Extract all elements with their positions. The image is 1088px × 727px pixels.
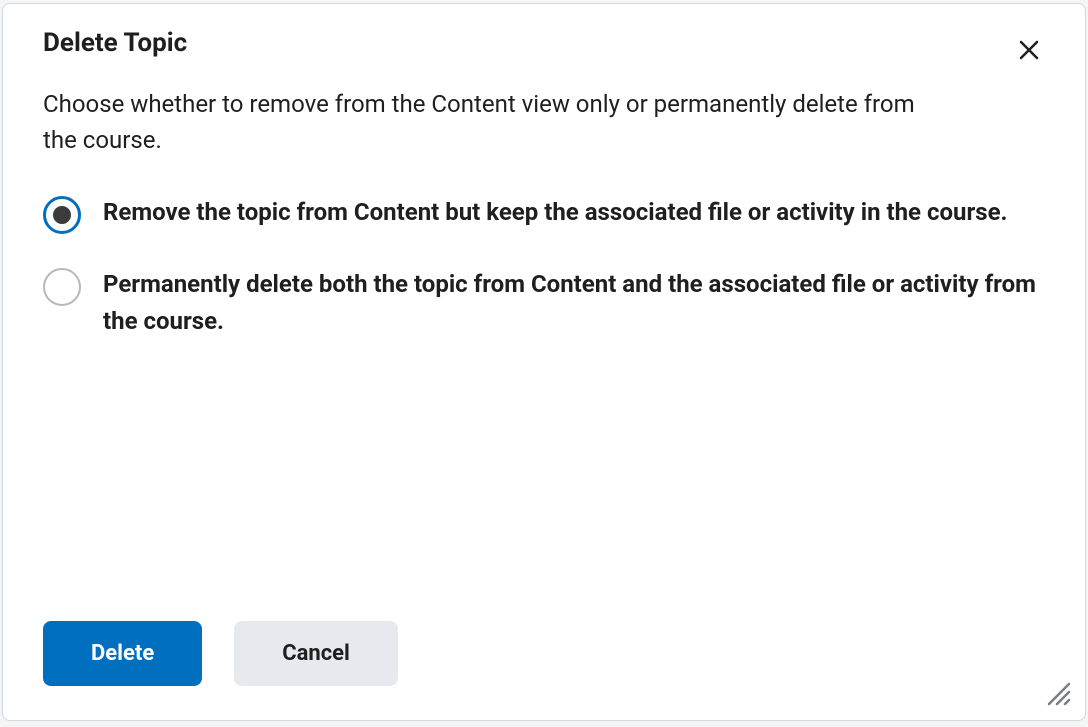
- option-label-remove-only: Remove the topic from Content but keep t…: [103, 194, 1008, 231]
- option-remove-permanently[interactable]: Permanently delete both the topic from C…: [43, 266, 1045, 340]
- radio-remove-permanently[interactable]: [43, 268, 81, 306]
- cancel-button[interactable]: Cancel: [234, 621, 398, 686]
- option-label-remove-permanently: Permanently delete both the topic from C…: [103, 266, 1043, 340]
- dialog-description: Choose whether to remove from the Conten…: [3, 66, 983, 158]
- dialog-title: Delete Topic: [43, 28, 187, 58]
- options-group: Remove the topic from Content but keep t…: [3, 158, 1085, 372]
- close-icon: [1017, 38, 1041, 62]
- close-button[interactable]: [1013, 34, 1045, 66]
- resize-handle[interactable]: [1043, 678, 1071, 706]
- dialog-header: Delete Topic: [3, 4, 1085, 66]
- option-remove-only[interactable]: Remove the topic from Content but keep t…: [43, 194, 1045, 234]
- delete-button[interactable]: Delete: [43, 621, 202, 686]
- radio-remove-only[interactable]: [43, 196, 81, 234]
- dialog-footer: Delete Cancel: [43, 621, 398, 686]
- delete-topic-dialog: Delete Topic Choose whether to remove fr…: [2, 3, 1086, 721]
- resize-icon: [1043, 678, 1071, 706]
